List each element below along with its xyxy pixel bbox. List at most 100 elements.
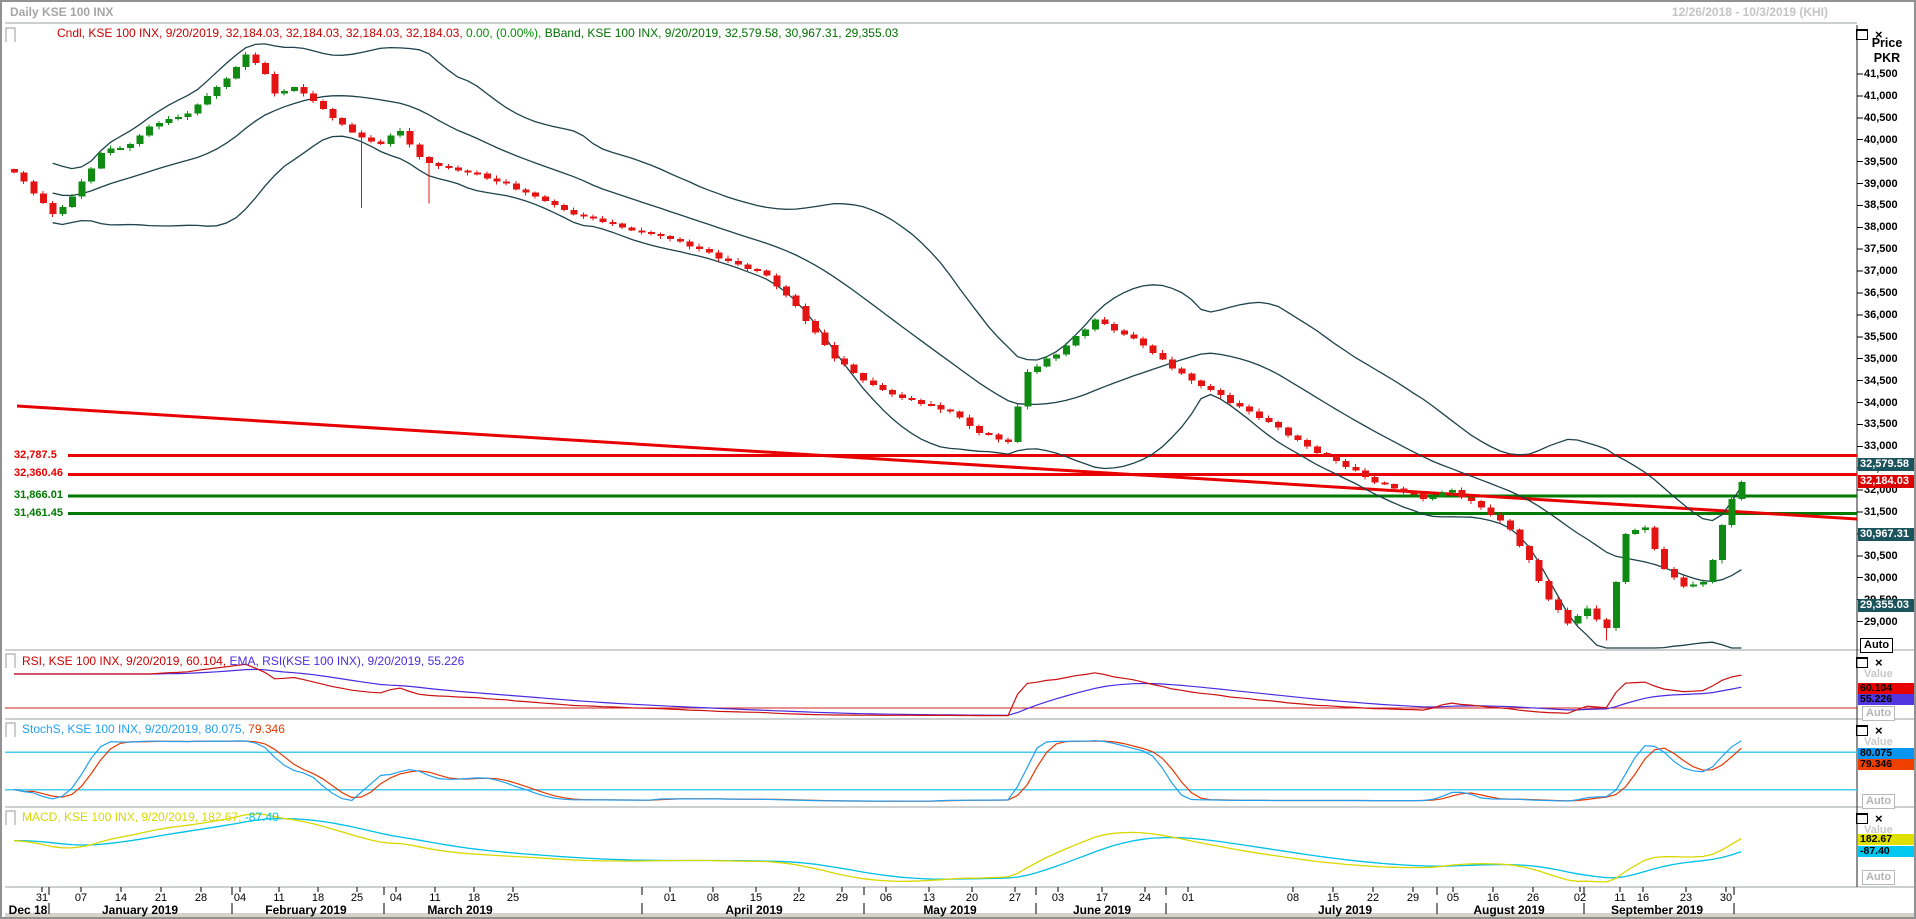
change-legend: 0.00, (0.00%), [466,26,541,40]
price-tick-label: 40,000 [1864,134,1898,146]
price-axis-title-line2: PKR [1860,51,1914,66]
price-tick-label: 37,500 [1864,243,1898,255]
main-legend: Cndl, KSE 100 INX, 9/20/2019, 32,184.03,… [57,26,898,40]
rsi-ema-value-badge: 55.226 [1858,694,1916,705]
price-tick-label: 34,500 [1864,375,1898,387]
macd-legend: MACD, KSE 100 INX, 9/20/2019, 182.67, -8… [22,810,279,824]
date-month-label: April 2019 [725,903,782,917]
date-range-label: 12/26/2018 - 10/3/2019 (KHI) [1672,5,1828,19]
date-month-label: January 2019 [102,903,178,917]
date-day-label: 07 [75,892,87,904]
date-day-label: 24 [1139,892,1151,904]
date-day-label: 08 [1287,892,1299,904]
price-tick-label: 41,500 [1864,68,1898,80]
date-day-label: 02 [1574,892,1586,904]
chart-window: Daily KSE 100 INX 12/26/2018 - 10/3/2019… [0,0,1916,919]
date-month-label: August 2019 [1473,903,1544,917]
stoch-d-value-badge: 79.346 [1858,759,1916,770]
stoch-legend: StochS, KSE 100 INX, 9/20/2019, 80.075, … [22,722,285,736]
date-month-label: June 2019 [1073,903,1131,917]
date-month-label: September 2019 [1611,903,1703,917]
date-day-label: 25 [507,892,519,904]
candle-legend: Cndl, KSE 100 INX, 9/20/2019, 32,184.03,… [57,26,463,40]
price-tick-label: 34,000 [1864,397,1898,409]
date-month-label: Dec 18 [9,903,48,917]
maximize-icon[interactable] [1856,725,1868,736]
date-month-label: May 2019 [923,903,976,917]
macd-value-badge: 182.67 [1858,834,1916,845]
price-level-label: 32,360.46 [14,467,63,479]
date-day-label: 06 [880,892,892,904]
bband-legend: BBand, KSE 100 INX, 9/20/2019, 32,579.58… [545,26,899,40]
date-day-label: 01 [664,892,676,904]
macd-panel-controls: × [1856,813,1890,824]
macd-axis-auto-button[interactable]: Auto [1862,870,1895,885]
date-day-label: 28 [195,892,207,904]
price-tick-label: 33,000 [1864,440,1898,452]
rsi-panel-controls: × [1856,657,1890,668]
maximize-icon[interactable] [1856,813,1868,824]
price-tick-label: 31,500 [1864,506,1898,518]
price-level-label: 31,461.45 [14,507,63,519]
date-day-label: 04 [234,892,246,904]
price-tick-label: 36,500 [1864,287,1898,299]
price-tick-label: 37,000 [1864,265,1898,277]
date-day-label: 29 [1407,892,1419,904]
rsi-axis-value-label: Value [1864,668,1914,680]
rsi-ema-legend: EMA, RSI(KSE 100 INX), 9/20/2019, 55.226 [229,654,464,668]
price-tick-label: 30,000 [1864,572,1898,584]
date-day-label: 04 [390,892,402,904]
window-title: Daily KSE 100 INX [10,5,113,19]
date-day-label: 27 [1009,892,1021,904]
maximize-icon[interactable] [1856,657,1868,668]
maximize-icon[interactable] [1856,29,1868,40]
stoch-k-legend: StochS, KSE 100 INX, 9/20/2019, 80.075, [22,722,245,736]
chart-canvas[interactable] [2,2,1916,919]
price-tick-label: 33,500 [1864,418,1898,430]
date-month-label: March 2019 [427,903,492,917]
price-tick-label: 38,500 [1864,199,1898,211]
close-icon[interactable]: × [1875,30,1883,39]
date-day-label: 25 [351,892,363,904]
price-tick-label: 29,000 [1864,616,1898,628]
price-tick-label: 38,000 [1864,221,1898,233]
price-level-label: 31,866.01 [14,489,63,501]
stoch-axis-auto-button[interactable]: Auto [1862,794,1895,809]
date-day-label: 30 [1720,892,1732,904]
macd-line-legend: MACD, KSE 100 INX, 9/20/2019, 182.67, [22,810,241,824]
price-tick-label: 40,500 [1864,112,1898,124]
date-day-label: 01 [1182,892,1194,904]
price-level-label: 32,787.5 [14,449,57,461]
close-icon[interactable]: × [1875,726,1883,735]
price-tick-label: 39,500 [1864,156,1898,168]
price-tick-label: 35,500 [1864,331,1898,343]
price-tick-label: 41,000 [1864,90,1898,102]
date-month-label: February 2019 [265,903,346,917]
rsi-legend-line: RSI, KSE 100 INX, 9/20/2019, 60.104, [22,654,226,668]
macd-signal-legend: -87.40 [245,810,279,824]
rsi-legend: RSI, KSE 100 INX, 9/20/2019, 60.104, EMA… [22,654,464,668]
stoch-panel-controls: × [1856,725,1890,736]
date-day-label: 05 [1447,892,1459,904]
price-badge: 32,579.58 [1858,458,1916,471]
price-tick-label: 36,000 [1864,309,1898,321]
date-day-label: 03 [1052,892,1064,904]
date-day-label: 29 [836,892,848,904]
price-tick-label: 30,500 [1864,550,1898,562]
rsi-axis-auto-button[interactable]: Auto [1862,706,1895,721]
price-tick-label: 39,000 [1864,178,1898,190]
main-panel-controls: × [1856,29,1890,40]
price-badge: 30,967.31 [1858,528,1916,541]
price-badge: 29,355.03 [1858,599,1916,612]
date-day-label: 22 [793,892,805,904]
close-icon[interactable]: × [1875,814,1883,823]
price-tick-label: 35,000 [1864,353,1898,365]
price-axis-auto-button[interactable]: Auto [1860,638,1893,653]
close-icon[interactable]: × [1875,658,1883,667]
stoch-d-legend: 79.346 [248,722,285,736]
macd-signal-value-badge: -87.40 [1858,846,1916,857]
price-axis-title: Price PKR [1860,36,1914,66]
price-badge: 32,184.03 [1858,475,1916,488]
date-day-label: 08 [707,892,719,904]
date-month-label: July 2019 [1318,903,1372,917]
